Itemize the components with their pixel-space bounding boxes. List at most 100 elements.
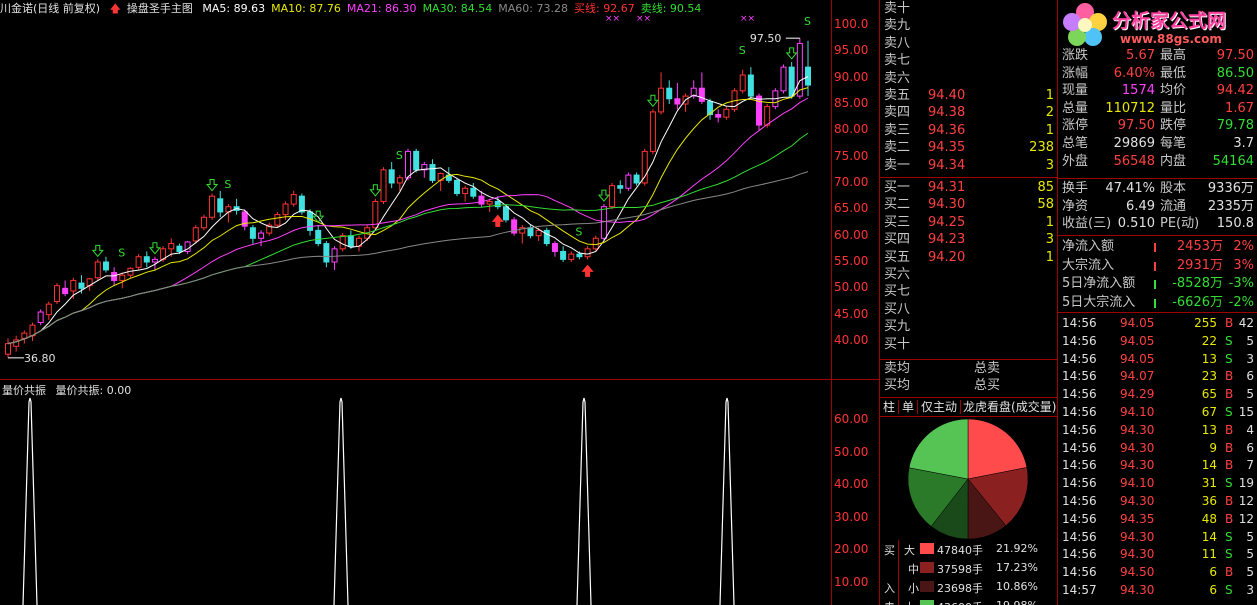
tick-row[interactable]: 14:56 94.30 11 S 5 [1060,546,1257,564]
tick-row[interactable]: 14:56 94.07 23 B 6 [1060,368,1257,386]
tick-time: 14:56 [1062,529,1097,544]
tick-row[interactable]: 14:56 94.30 14 B 7 [1060,457,1257,475]
candle [339,233,346,252]
kline-chart[interactable]: S S S S S S 97.50 36.80 ×× ×× ×× 川金诺(日线 前复权) 🡅 操盘圣手… [0,0,832,380]
candle [127,267,134,278]
stat-value: 1574 [1121,83,1155,99]
candle [462,185,469,202]
stat-value: 97.50 [1117,118,1155,134]
stat-value: 9336万 [1207,181,1254,196]
orderbook-level-label: 买一 [884,180,911,195]
orderbook-row[interactable]: 买八 [882,301,1058,318]
stat-value: 54164 [1212,153,1254,169]
order-size-swatch [920,543,934,554]
tick-time: 14:56 [1062,404,1097,419]
chart-legend: 川金诺(日线 前复权) 🡅 操盘圣手主图 MA5: 89.63 MA10: 87.7… [0,0,713,15]
orderbook-row[interactable]: 卖十 [882,0,1058,17]
orderbook-price: 94.35 [928,140,966,156]
indicator-value: 量价共振: 0.00 [55,384,132,397]
tick-row[interactable]: 14:56 94.30 9 B 6 [1060,440,1257,458]
orderbook-row[interactable]: 卖一 94.34 3 [882,157,1058,174]
tick-row[interactable]: 14:56 94.10 31 S 19 [1060,475,1257,493]
tick-price: 94.35 [1120,511,1155,526]
orderbook-row[interactable]: 卖五 94.40 1 [882,87,1058,104]
order-size-pct: 10.86% [996,580,1038,593]
stat-label: 换手 [1062,181,1089,196]
volume-price-indicator[interactable]: 量价共振 量价共振: 0.00 [0,380,832,605]
tab-single[interactable]: 单 [899,400,919,414]
candle [258,230,265,247]
orderbook-row[interactable]: 买六 [882,266,1058,283]
orderbook-row[interactable]: 买五 94.20 1 [882,249,1058,266]
sell-signal-label: S [396,149,403,162]
tick-row[interactable]: 14:56 94.05 255 B 42 [1060,315,1257,333]
orderbook-row[interactable]: 买三 94.25 1 [882,214,1058,231]
orderbook-row[interactable]: 买二 94.30 58 [882,196,1058,213]
orderbook-price: 94.30 [928,197,966,213]
tick-direction: B [1225,316,1234,330]
tick-price: 94.05 [1120,351,1155,366]
candle [633,172,640,186]
orderbook-row[interactable]: 买七 [882,283,1058,300]
orderbook-level-label: 买五 [884,249,911,265]
stat-value: 110712 [1105,100,1155,116]
candle [102,256,109,273]
tick-count: 5 [1246,529,1254,544]
orderbook-row[interactable]: 买一 94.31 85 [882,179,1058,196]
tick-trades[interactable]: 14:56 94.05 255 B 42 14:56 94.05 22 S 5 14:56 94.05… [1060,315,1257,600]
flow-bar [1154,261,1156,271]
orderbook-row[interactable]: 卖二 94.35 238 [882,139,1058,156]
orderbook-price: 94.38 [928,105,966,121]
svg-text:××: ×× [636,14,651,24]
candle [307,209,314,236]
candle [609,183,616,210]
tick-row[interactable]: 14:56 94.10 67 S 15 [1060,404,1257,422]
tab-active-only[interactable]: 仅主动 [918,400,962,414]
tick-volume: 13 [1201,422,1217,437]
buy-side-label: 买 [884,544,895,557]
orderbook-row[interactable]: 买九 [882,318,1058,335]
orderbook-level-label: 卖九 [884,18,911,34]
tick-direction: S [1225,582,1233,597]
candle [674,82,681,110]
tick-row[interactable]: 14:56 94.50 6 B 5 [1060,564,1257,582]
candle [135,254,142,270]
tick-direction: B [1225,440,1234,455]
orderbook-row[interactable]: 买四 94.23 3 [882,231,1058,248]
tab-dragon-tiger[interactable]: 龙虎看盘(成交量)统 [961,400,1057,414]
orderbook-level-label: 卖七 [884,53,911,69]
tick-price: 94.30 [1120,422,1155,437]
stat-value: 97.50 [1216,48,1254,63]
stat-value: 6.40% [1113,65,1155,81]
orderbook-row[interactable]: 卖九 [882,17,1058,34]
orderbook-level-label: 卖四 [884,105,911,121]
orderbook-row[interactable]: 卖八 [882,35,1058,52]
capital-flow-row: 净流入额 2453万 2% [1060,238,1257,257]
orderbook-row[interactable]: 卖四 94.38 2 [882,104,1058,121]
tick-row[interactable]: 14:57 94.30 6 S 3 [1060,582,1257,600]
resonance-spike [333,397,349,605]
tick-row[interactable]: 14:56 94.05 13 S 3 [1060,351,1257,369]
orderbook-row[interactable]: 卖七 [882,52,1058,69]
tick-direction: B [1225,511,1234,526]
tick-price: 94.10 [1120,404,1155,419]
indicator-axis-tick: 50.00 [834,444,869,459]
tick-row[interactable]: 14:56 94.30 14 S 5 [1060,529,1257,547]
capital-flows: 净流入额 2453万 2% 大宗流入 2931万 3% 5日净流入额 -8528万 -3% 5日大… [1060,238,1257,312]
orderbook-row[interactable]: 卖三 94.36 1 [882,122,1058,139]
tick-row[interactable]: 14:56 94.05 22 S 5 [1060,333,1257,351]
tick-row[interactable]: 14:56 94.30 36 B 12 [1060,493,1257,511]
tick-volume: 6 [1209,565,1217,580]
tick-count: 5 [1246,387,1254,402]
orderbook-row[interactable]: 买十 [882,336,1058,353]
tick-row[interactable]: 14:56 94.35 48 B 12 [1060,511,1257,529]
tick-row[interactable]: 14:56 94.29 65 B 5 [1060,386,1257,404]
capital-flow-row: 5日大宗流入 -6626万 -2% [1060,294,1257,313]
tick-row[interactable]: 14:56 94.30 13 B 4 [1060,422,1257,440]
tab-bar[interactable]: 柱 [880,400,900,414]
orderbook-row[interactable]: 卖六 [882,70,1058,87]
tick-volume: 23 [1201,369,1217,384]
candle [323,240,330,268]
sell-side-label: 卖 [884,599,895,605]
stat-row: 总笔 29869 每笔 3.7 [1060,135,1257,153]
